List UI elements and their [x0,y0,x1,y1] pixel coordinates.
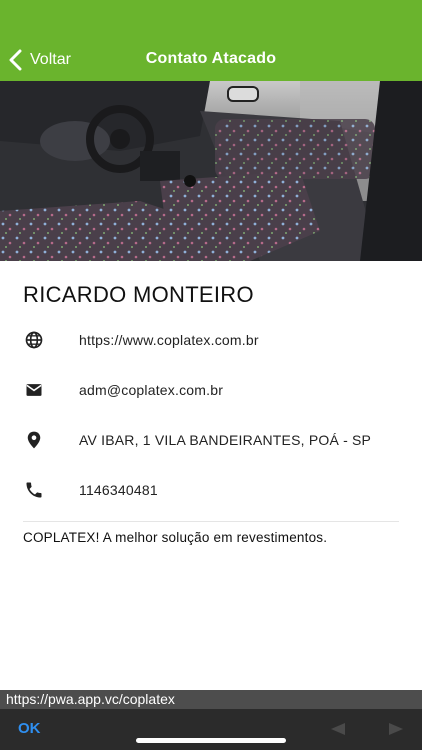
phone-number[interactable]: 1146340481 [79,482,158,498]
website-link[interactable]: https://www.coplatex.com.br [79,332,259,348]
company-description: COPLATEX! A melhor solução em revestimen… [23,530,328,545]
address-row[interactable]: AV IBAR, 1 VILA BANDEIRANTES, POÁ - SP [0,420,422,460]
email-row[interactable]: adm@coplatex.com.br [0,370,422,410]
email-link[interactable]: adm@coplatex.com.br [79,382,223,398]
car-interior-photo [0,81,422,261]
hero-image [0,81,422,261]
website-row[interactable]: https://www.coplatex.com.br [0,320,422,360]
home-indicator [136,738,286,743]
forward-arrow-icon[interactable] [388,723,404,735]
globe-icon [23,329,45,351]
browser-bottom-bar: OK [0,709,422,750]
section-divider [23,521,399,522]
back-arrow-icon[interactable] [330,723,346,735]
app-header: Voltar Contato Atacado [0,0,422,81]
phone-icon [23,479,45,501]
ok-button[interactable]: OK [18,720,41,737]
address-text[interactable]: AV IBAR, 1 VILA BANDEIRANTES, POÁ - SP [79,432,371,448]
browser-url-bar: https://pwa.app.vc/coplatex [0,690,422,709]
mail-icon [23,379,45,401]
phone-row[interactable]: 1146340481 [0,470,422,510]
page-title: Contato Atacado [145,50,277,67]
contact-name: RICARDO MONTEIRO [23,282,254,307]
location-pin-icon [23,429,45,451]
